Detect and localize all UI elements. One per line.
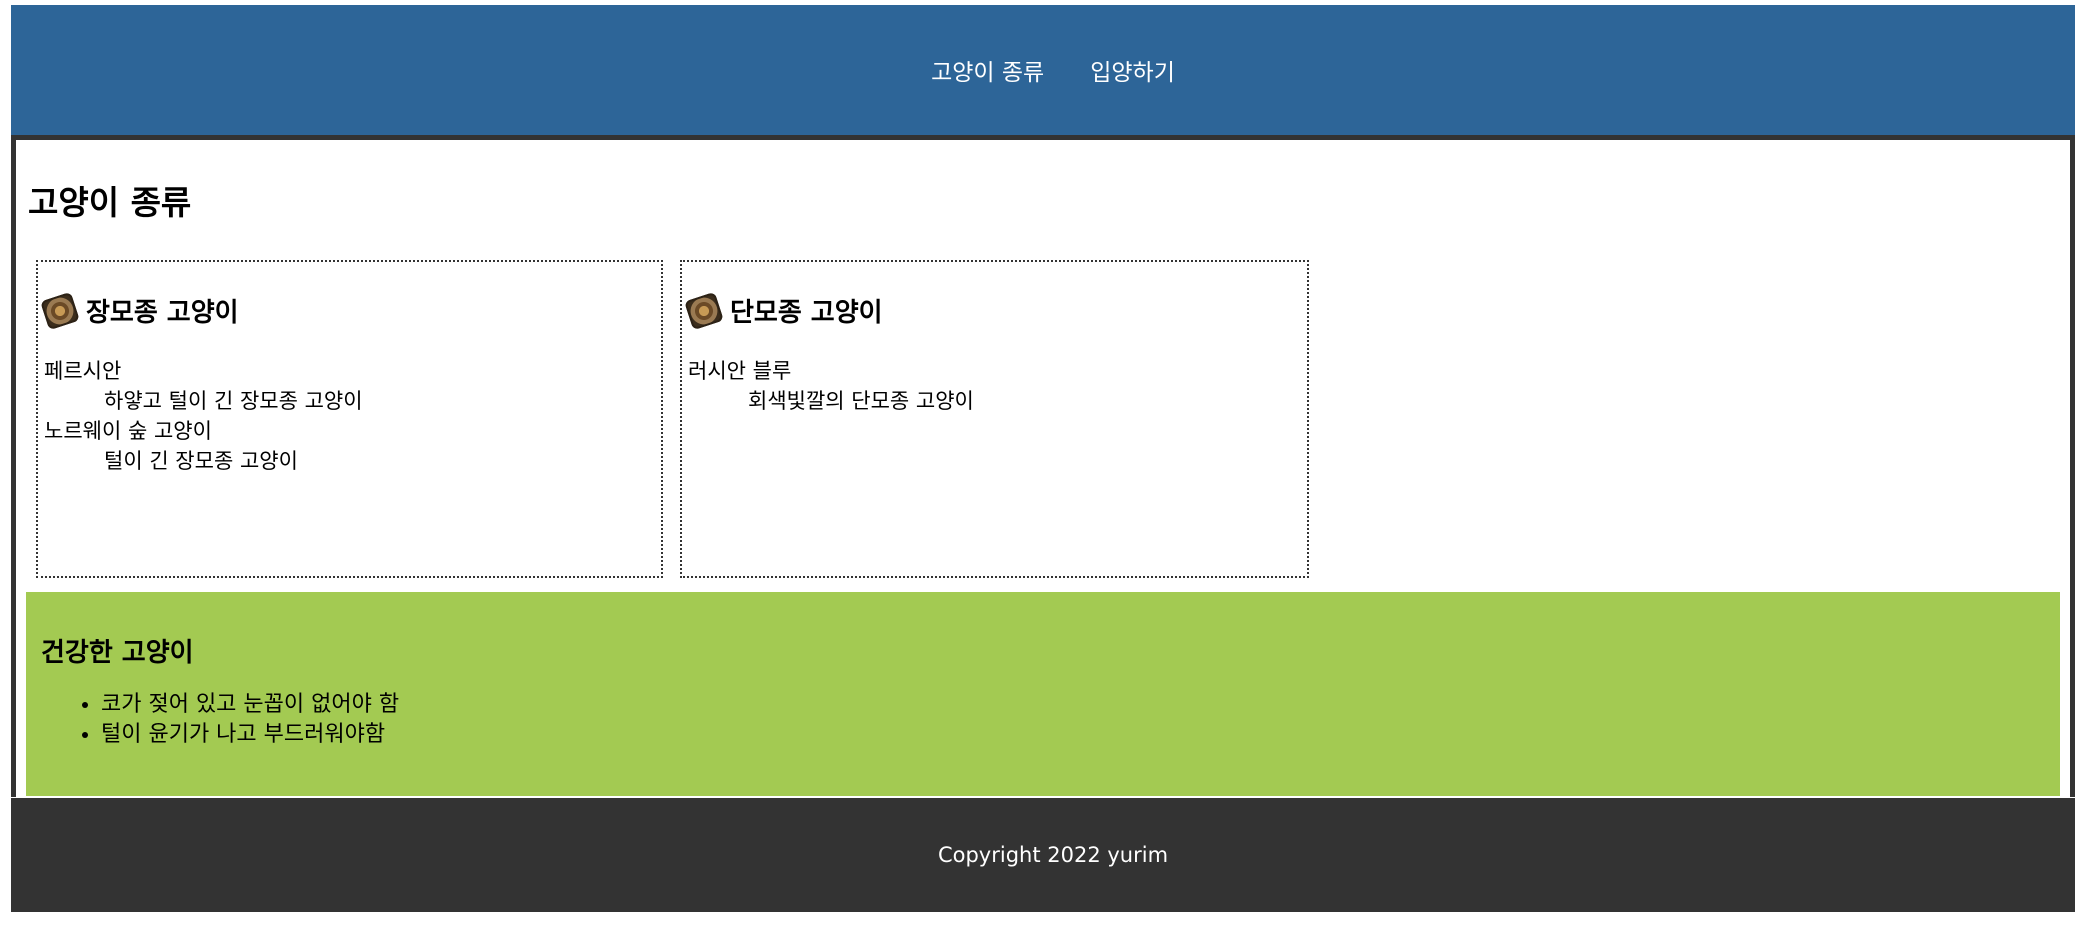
card-heading-text: 장모종 고양이: [86, 298, 239, 328]
card-heading: 장모종 고양이: [40, 291, 239, 330]
card-heading-text: 단모종 고양이: [730, 298, 883, 328]
list-item: 코가 젖어 있고 눈꼽이 없어야 함: [101, 690, 399, 720]
badge-icon: [40, 291, 80, 330]
health-list: 코가 젖어 있고 눈꼽이 없어야 함 털이 윤기가 나고 부드러워야함: [41, 690, 399, 750]
main-content: 고양이 종류 장모종 고양이 페르시안 하얗고 털이 긴 장모종 고양이 노르웨…: [11, 140, 2075, 797]
breed-list: 페르시안 하얗고 털이 긴 장모종 고양이 노르웨이 숲 고양이 털이 긴 장모…: [44, 356, 363, 476]
nav-link-cat-types[interactable]: 고양이 종류: [931, 53, 1044, 87]
page-title: 고양이 종류: [28, 183, 192, 222]
breed-description: 회색빛깔의 단모종 고양이: [748, 389, 974, 413]
healthy-cat-section: 건강한 고양이 코가 젖어 있고 눈꼽이 없어야 함 털이 윤기가 나고 부드러…: [26, 592, 2060, 796]
breed-name: 노르웨이 숲 고양이: [44, 419, 212, 443]
breed-description: 하얗고 털이 긴 장모종 고양이: [104, 389, 363, 413]
breed-list: 러시안 블루 회색빛깔의 단모종 고양이: [688, 356, 974, 416]
list-item: 털이 윤기가 나고 부드러워야함: [101, 720, 399, 750]
badge-icon: [684, 291, 724, 330]
main-nav: 고양이 종류 입양하기: [931, 53, 1175, 87]
health-heading: 건강한 고양이: [41, 638, 194, 668]
page: 고양이 종류 입양하기 고양이 종류 장모종 고양이 페르시안 하얗고 털이 긴…: [11, 5, 2075, 912]
nav-link-adoption[interactable]: 입양하기: [1090, 53, 1175, 87]
site-footer: Copyright 2022 yurim: [11, 798, 2075, 912]
card-heading: 단모종 고양이: [684, 291, 883, 330]
copyright-text: Copyright 2022 yurim: [937, 843, 1169, 867]
breed-name: 페르시안: [44, 359, 122, 383]
long-hair-card: 장모종 고양이 페르시안 하얗고 털이 긴 장모종 고양이 노르웨이 숲 고양이…: [36, 260, 663, 578]
site-header: 고양이 종류 입양하기: [11, 5, 2075, 140]
breed-description: 털이 긴 장모종 고양이: [104, 449, 298, 473]
breed-name: 러시안 블루: [688, 359, 792, 383]
short-hair-card: 단모종 고양이 러시안 블루 회색빛깔의 단모종 고양이: [680, 260, 1309, 578]
